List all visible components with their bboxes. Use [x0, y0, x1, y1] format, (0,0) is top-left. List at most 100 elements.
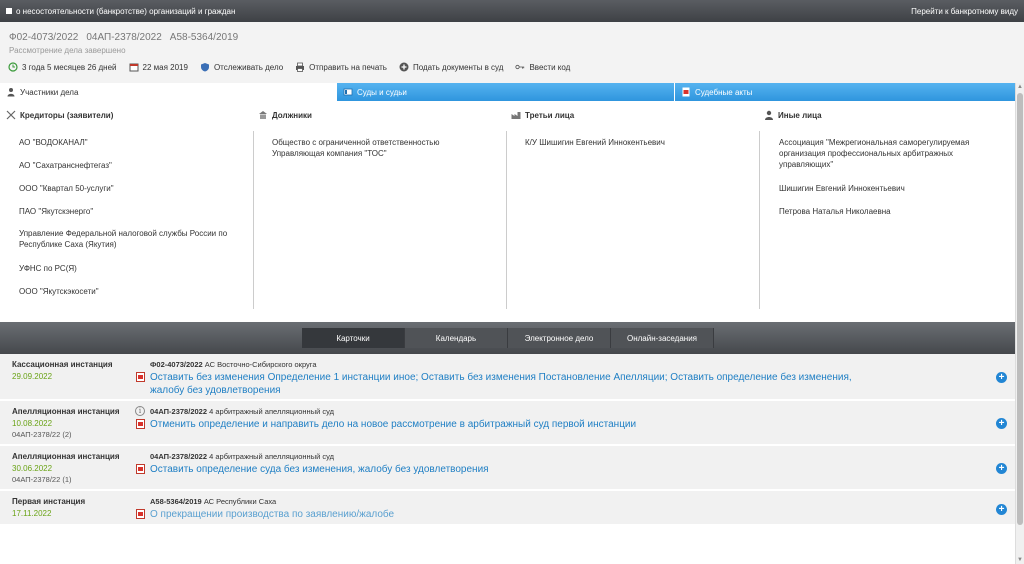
case-number[interactable]: А58-5364/2019 — [170, 32, 238, 43]
instance-date: 30.06.2022 — [12, 464, 53, 473]
instance-case-number[interactable]: Ф02-4073/2022 — [150, 360, 203, 369]
vertical-scrollbar[interactable]: ▲ ▼ — [1015, 83, 1024, 564]
building-icon — [259, 111, 267, 119]
instance-date: 10.08.2022 — [12, 419, 53, 428]
cards-view-button[interactable]: Карточки — [302, 328, 405, 348]
expand-icon[interactable]: + — [996, 504, 1007, 515]
topbar-title: о несостоятельности (банкротстве) органи… — [16, 6, 236, 16]
list-item: АО "ВОДОКАНАЛ" — [19, 138, 88, 147]
pdf-icon[interactable] — [136, 372, 145, 382]
instance-row: Апелляционная инстанция 30.06.2022 04АП-… — [0, 446, 1015, 491]
instance-case-number[interactable]: 04АП-2378/2022 — [150, 407, 207, 416]
pdf-icon[interactable] — [136, 419, 145, 429]
list-item: Петрова Наталья Николаевна — [779, 207, 891, 216]
instance-case: А58-5364/2019 АС Республики Саха — [150, 497, 276, 506]
list-item: Шишигин Евгений Иннокентьевич — [779, 184, 905, 193]
instance-case: Ф02-4073/2022 АС Восточно-Сибирского окр… — [150, 360, 317, 369]
list-item: ПАО "Якутскэнерго" — [19, 207, 94, 216]
case-numbers: Ф02-4073/2022 04АП-2378/2022 А58-5364/20… — [9, 32, 238, 43]
list-item: Управление Федеральной налоговой службы … — [19, 229, 228, 249]
instance-date: 29.09.2022 — [12, 372, 53, 381]
instance-court: АС Восточно-Сибирского округа — [204, 360, 317, 369]
top-bar: о несостоятельности (банкротстве) органи… — [0, 0, 1024, 22]
instance-subcase: 04АП-2378/22 (1) — [12, 475, 72, 484]
instance-row: Апелляционная инстанция 10.08.2022 04АП-… — [0, 401, 1015, 446]
instance-case-number[interactable]: 04АП-2378/2022 — [150, 452, 207, 461]
list-item: Общество с ограниченной ответственностью… — [272, 138, 440, 158]
bankruptcy-view-link[interactable]: Перейти к банкротному виду — [911, 7, 1018, 16]
list-item: К/У Шишигин Евгений Иннокентьевич — [525, 138, 665, 147]
instance-type: Кассационная инстанция — [12, 360, 113, 369]
column-divider — [253, 131, 254, 309]
third-parties-heading: Третьи лица — [511, 101, 756, 121]
instance-date: 17.11.2022 — [12, 509, 52, 518]
decision-line: Оставить определение суда без изменения,… — [150, 464, 489, 475]
creditors-column: Кредиторы (заявители) АО "ВОДОКАНАЛ" АО … — [6, 101, 251, 311]
instance-type: Апелляционная инстанция — [12, 407, 120, 416]
third-parties-column: Третьи лица К/У Шишигин Евгений Иннокент… — [511, 101, 756, 311]
tab-participants[interactable]: Участники дела — [0, 83, 336, 101]
calendar-icon — [129, 63, 139, 72]
instance-decision-link[interactable]: О прекращении производства по заявлению/… — [150, 508, 394, 521]
enter-code-button[interactable]: Ввести код — [515, 62, 570, 72]
submit-documents-label: Подать документы в суд — [412, 62, 504, 72]
instance-case-number[interactable]: А58-5364/2019 — [150, 497, 202, 506]
instance-decision-link[interactable]: Оставить определение суда без изменения,… — [150, 463, 489, 476]
add-circle-icon — [399, 62, 409, 72]
expand-icon[interactable]: + — [996, 372, 1007, 383]
info-icon[interactable]: i — [135, 406, 145, 416]
instance-decision-link[interactable]: Отменить определение и направить дело на… — [150, 418, 636, 431]
other-parties-heading: Иные лица — [764, 101, 1009, 121]
creditors-heading: Кредиторы (заявители) — [6, 101, 251, 121]
instance-type: Апелляционная инстанция — [12, 452, 120, 461]
other-parties-title: Иные лица — [778, 110, 822, 120]
scroll-down-icon[interactable]: ▼ — [1017, 557, 1023, 563]
submit-documents-button[interactable]: Подать документы в суд — [399, 62, 504, 72]
instance-subcase: 04АП-2378/22 (2) — [12, 430, 72, 439]
person-icon — [7, 88, 15, 97]
list-item: УФНС по РС(Я) — [19, 264, 77, 273]
tab-acts[interactable]: Судебные акты — [674, 83, 1015, 101]
expand-icon[interactable]: + — [996, 463, 1007, 474]
decision-line: Отменить определение и направить дело на… — [150, 419, 637, 430]
instances-list: Кассационная инстанция 29.09.2022 Ф02-40… — [0, 354, 1015, 526]
instance-court: АС Республики Саха — [203, 497, 277, 506]
tab-participants-label: Участники дела — [20, 87, 79, 97]
other-parties-column: Иные лица Ассоциация "Межрегиональная са… — [764, 101, 1009, 311]
date-item: 22 мая 2019 — [129, 62, 188, 72]
instance-row: Первая инстанция 17.11.2022 А58-5364/201… — [0, 491, 1015, 526]
toolbar: 3 года 5 месяцев 26 дней 22 мая 2019 Отс… — [8, 62, 582, 72]
duration-label: 3 года 5 месяцев 26 дней — [22, 62, 117, 72]
instance-court: 4 арбитражный апелляционный суд — [209, 452, 334, 461]
shield-icon — [200, 63, 209, 72]
calendar-view-button[interactable]: Календарь — [405, 328, 508, 348]
list-item: Ассоциация "Межрегиональная саморегулиру… — [779, 138, 970, 169]
electronic-case-button[interactable]: Электронное дело — [508, 328, 611, 348]
scrollbar-thumb[interactable] — [1017, 93, 1023, 525]
expand-icon[interactable]: + — [996, 418, 1007, 429]
scroll-up-icon[interactable]: ▲ — [1017, 84, 1023, 90]
column-divider — [759, 131, 760, 309]
pdf-icon[interactable] — [136, 464, 145, 474]
tab-acts-label: Судебные акты — [695, 87, 753, 97]
court-icon — [343, 88, 353, 96]
view-switcher-bar: Карточки Календарь Электронное дело Онла… — [0, 322, 1015, 354]
instance-decision-link[interactable]: Оставить без изменения Определение 1 инс… — [150, 371, 852, 397]
printer-icon — [296, 62, 305, 72]
enter-code-label: Ввести код — [529, 62, 571, 72]
scales-icon — [6, 110, 16, 120]
case-number[interactable]: Ф02-4073/2022 — [9, 32, 78, 43]
pdf-icon[interactable] — [136, 509, 145, 519]
duration-item: 3 года 5 месяцев 26 дней — [8, 62, 117, 72]
date-label: 22 мая 2019 — [142, 62, 188, 72]
case-number[interactable]: 04АП-2378/2022 — [86, 32, 161, 43]
clock-arrow-icon — [8, 62, 18, 72]
print-button[interactable]: Отправить на печать — [295, 62, 387, 72]
window-icon — [6, 8, 12, 14]
track-case-label: Отслеживать дело — [213, 62, 284, 72]
track-case-button[interactable]: Отслеживать дело — [200, 62, 283, 72]
app-window: о несостоятельности (банкротстве) органи… — [0, 0, 1024, 564]
instance-case: 04АП-2378/2022 4 арбитражный апелляционн… — [150, 452, 334, 461]
tab-courts[interactable]: Суды и судьи — [336, 83, 674, 101]
online-sessions-button[interactable]: Онлайн-заседания — [611, 328, 714, 348]
